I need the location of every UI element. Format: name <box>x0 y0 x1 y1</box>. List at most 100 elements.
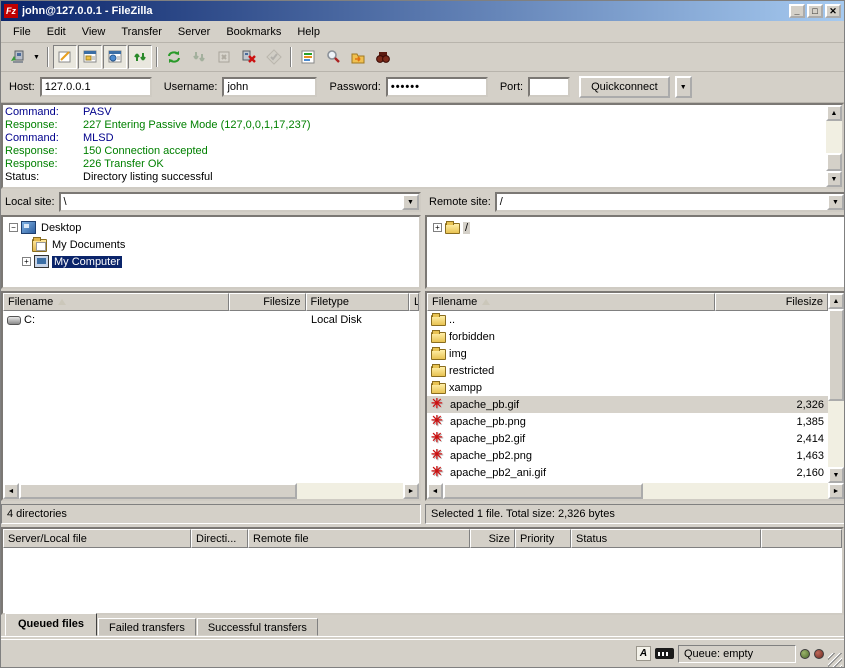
quickconnect-dropdown[interactable]: ▼ <box>675 76 692 98</box>
file-row[interactable]: img <box>427 345 828 362</box>
column-header-size[interactable]: Size <box>470 529 515 548</box>
tree-item-my-computer[interactable]: + My Computer <box>3 253 419 270</box>
refresh-button[interactable] <box>162 45 186 69</box>
username-input[interactable] <box>222 77 317 97</box>
tree-item-root[interactable]: + / <box>427 219 844 236</box>
expand-icon[interactable]: + <box>22 257 31 266</box>
toggle-message-log-button[interactable] <box>53 45 77 69</box>
chevron-down-icon[interactable]: ▼ <box>402 194 419 210</box>
port-input[interactable] <box>528 77 570 97</box>
scroll-left-arrow[interactable]: ◄ <box>3 483 19 499</box>
scroll-down-arrow[interactable]: ▼ <box>826 171 842 187</box>
file-type: Local Disk <box>311 314 362 326</box>
toolbar-separator <box>290 47 292 67</box>
file-row-selected[interactable]: apache_pb.gif 2,326 <box>427 396 828 413</box>
file-row[interactable]: xampp <box>427 379 828 396</box>
remote-site-combo[interactable]: / ▼ <box>495 192 845 212</box>
close-button[interactable]: ✕ <box>825 4 841 18</box>
column-header-last-modified[interactable]: L <box>409 293 419 311</box>
scrollbar-thumb[interactable] <box>19 483 297 499</box>
toolbar-separator <box>156 47 158 67</box>
tree-item-label[interactable]: / <box>463 222 470 234</box>
password-input[interactable] <box>386 77 488 97</box>
column-header-priority[interactable]: Priority <box>515 529 571 548</box>
menu-view[interactable]: View <box>74 23 114 41</box>
file-row[interactable]: .. <box>427 311 828 328</box>
log-vertical-scrollbar[interactable]: ▲ ▼ <box>826 105 842 187</box>
site-manager-button[interactable] <box>5 45 29 69</box>
site-manager-dropdown[interactable]: ▼ <box>30 45 43 69</box>
local-site-label: Local site: <box>1 196 55 208</box>
file-row[interactable]: forbidden <box>427 328 828 345</box>
menu-bookmarks[interactable]: Bookmarks <box>218 23 289 41</box>
column-header-filesize[interactable]: Filesize <box>229 293 306 311</box>
scrollbar-thumb[interactable] <box>826 153 842 171</box>
toggle-transfer-queue-button[interactable] <box>128 45 152 69</box>
column-header-status[interactable]: Status <box>571 529 761 548</box>
column-header-filesize[interactable]: Filesize <box>715 293 828 311</box>
scrollbar-thumb[interactable] <box>828 309 844 401</box>
synchronized-browsing-button[interactable] <box>346 45 370 69</box>
menu-help[interactable]: Help <box>289 23 328 41</box>
toggle-remote-tree-button[interactable] <box>103 45 127 69</box>
directory-listing-filters-button[interactable] <box>321 45 345 69</box>
desktop-icon <box>21 221 36 234</box>
column-header-filetype[interactable]: Filetype <box>306 293 410 311</box>
tab-successful-transfers[interactable]: Successful transfers <box>197 618 318 636</box>
quickconnect-button[interactable]: Quickconnect <box>579 76 670 98</box>
expand-icon[interactable]: + <box>433 223 442 232</box>
file-row-c-drive[interactable]: C: Local Disk <box>3 311 419 328</box>
file-row[interactable]: apache_pb.png 1,385 <box>427 413 828 430</box>
remote-vertical-scrollbar[interactable]: ▲ ▼ <box>828 293 844 483</box>
process-queue-button[interactable] <box>187 45 211 69</box>
collapse-icon[interactable]: − <box>9 223 18 232</box>
scroll-right-arrow[interactable]: ► <box>403 483 419 499</box>
tree-item-label[interactable]: My Computer <box>52 256 122 268</box>
chevron-down-icon[interactable]: ▼ <box>827 194 844 210</box>
scroll-up-arrow[interactable]: ▲ <box>828 293 844 309</box>
reconnect-button[interactable] <box>262 45 286 69</box>
scrollbar-thumb[interactable] <box>443 483 643 499</box>
tab-queued-files[interactable]: Queued files <box>5 613 97 636</box>
minimize-button[interactable]: _ <box>789 4 805 18</box>
window-title: john@127.0.0.1 - FileZilla <box>22 5 789 17</box>
toggle-local-tree-button[interactable] <box>78 45 102 69</box>
column-header-filename[interactable]: Filename <box>3 293 229 311</box>
tree-item-label[interactable]: My Documents <box>50 239 127 251</box>
resize-grip[interactable] <box>828 653 842 667</box>
find-files-button[interactable] <box>371 45 395 69</box>
scroll-down-arrow[interactable]: ▼ <box>828 467 844 483</box>
tree-item-label[interactable]: Desktop <box>39 222 83 234</box>
column-label: L <box>414 296 419 308</box>
remote-horizontal-scrollbar[interactable]: ◄ ► <box>427 483 844 499</box>
menu-file[interactable]: File <box>5 23 39 41</box>
column-header-remote-file[interactable]: Remote file <box>248 529 470 548</box>
host-input[interactable] <box>40 77 152 97</box>
image-file-icon <box>431 466 447 479</box>
local-horizontal-scrollbar[interactable]: ◄ ► <box>3 483 419 499</box>
tab-failed-transfers[interactable]: Failed transfers <box>98 618 196 636</box>
file-row[interactable]: apache_pb2.gif 2,414 <box>427 430 828 447</box>
scroll-up-arrow[interactable]: ▲ <box>826 105 842 121</box>
cancel-operation-button[interactable] <box>212 45 236 69</box>
column-header-direction[interactable]: Directi... <box>191 529 248 548</box>
scroll-right-arrow[interactable]: ► <box>828 483 844 499</box>
menu-transfer[interactable]: Transfer <box>113 23 170 41</box>
file-row[interactable]: restricted <box>427 362 828 379</box>
file-row[interactable]: apache_pb2.png 1,463 <box>427 447 828 464</box>
tree-item-my-documents[interactable]: My Documents <box>3 236 419 253</box>
tree-item-desktop[interactable]: − Desktop <box>3 219 419 236</box>
local-site-combo[interactable]: \ ▼ <box>59 192 421 212</box>
scroll-left-arrow[interactable]: ◄ <box>427 483 443 499</box>
message-log-icon <box>57 49 73 65</box>
disconnect-button[interactable] <box>237 45 261 69</box>
column-header-filename[interactable]: Filename <box>427 293 715 311</box>
file-row[interactable]: apache_pb2_ani.gif 2,160 <box>427 464 828 481</box>
directory-comparison-button[interactable] <box>296 45 320 69</box>
column-header-server-local-file[interactable]: Server/Local file <box>3 529 191 548</box>
filezilla-window: Fz john@127.0.0.1 - FileZilla _ □ ✕ File… <box>0 0 845 668</box>
file-name: forbidden <box>449 331 495 343</box>
maximize-button[interactable]: □ <box>807 4 823 18</box>
menu-edit[interactable]: Edit <box>39 23 74 41</box>
menu-server[interactable]: Server <box>170 23 218 41</box>
